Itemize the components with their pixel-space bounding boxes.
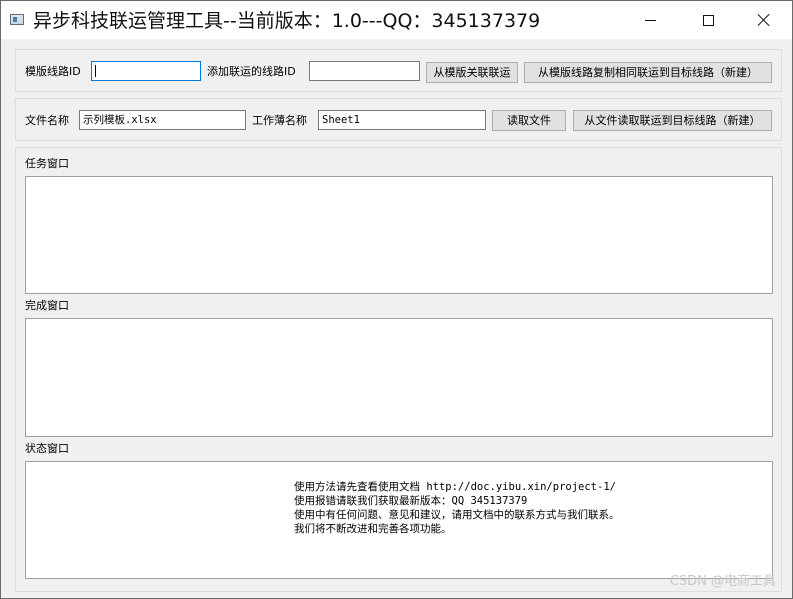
file-name-label: 文件名称 — [25, 114, 69, 127]
minimize-button[interactable] — [621, 1, 679, 39]
template-route-group: 模版线路ID 添加联运的线路ID 从模版关联联运 从模版线路复制相同联运到目标线… — [15, 49, 782, 92]
file-name-input[interactable]: 示列模板.xlsx — [79, 110, 246, 130]
window-title: 异步科技联运管理工具--当前版本：1.0---QQ：345137379 — [33, 10, 541, 32]
status-line: 使用方法请先查看使用文档 http://doc.yibu.xin/project… — [294, 481, 616, 493]
app-window-icon — [10, 14, 24, 25]
add-route-label: 添加联运的线路ID — [207, 65, 296, 78]
file-group: 文件名称 示列模板.xlsx 工作薄名称 Sheet1 读取文件 从文件读取联运… — [15, 98, 782, 141]
status-window-label: 状态窗口 — [25, 442, 69, 455]
status-message: 使用方法请先查看使用文档 http://doc.yibu.xin/project… — [294, 480, 620, 536]
add-route-input[interactable] — [309, 61, 420, 81]
close-icon — [757, 13, 771, 27]
maximize-button[interactable] — [679, 1, 737, 39]
done-window-textarea[interactable] — [25, 318, 773, 437]
watermark: CSDN @电商工具 — [669, 574, 776, 589]
sheet-name-label: 工作薄名称 — [252, 114, 307, 127]
link-from-template-button[interactable]: 从模版关联联运 — [426, 62, 518, 83]
task-window-textarea[interactable] — [25, 176, 773, 294]
text-cursor — [95, 65, 96, 77]
status-line: 使用报错请联我们获取最新版本：QQ 345137379 — [294, 495, 528, 507]
title-bar[interactable]: 异步科技联运管理工具--当前版本：1.0---QQ：345137379 — [1, 1, 792, 39]
log-group: 任务窗口 完成窗口 状态窗口 使用方法请先查看使用文档 http://doc.y… — [15, 147, 782, 592]
app-window: 异步科技联运管理工具--当前版本：1.0---QQ：345137379 模版线路… — [0, 0, 793, 599]
read-to-target-button[interactable]: 从文件读取联运到目标线路（新建） — [573, 110, 772, 131]
task-window-label: 任务窗口 — [25, 157, 69, 170]
copy-to-target-button[interactable]: 从模版线路复制相同联运到目标线路（新建） — [524, 62, 772, 83]
template-route-input[interactable] — [91, 61, 201, 81]
sheet-name-input[interactable]: Sheet1 — [318, 110, 486, 130]
close-button[interactable] — [735, 1, 792, 39]
status-line: 使用中有任何问题、意见和建议，请用文档中的联系方式与我们联系。 — [294, 509, 620, 521]
read-file-button[interactable]: 读取文件 — [492, 110, 566, 131]
done-window-label: 完成窗口 — [25, 299, 69, 312]
status-line: 我们将不断改进和完善各项功能。 — [294, 523, 452, 535]
status-window-textarea[interactable]: 使用方法请先查看使用文档 http://doc.yibu.xin/project… — [25, 461, 773, 579]
minimize-icon — [644, 19, 656, 21]
template-route-label: 模版线路ID — [25, 65, 81, 78]
maximize-icon — [702, 14, 714, 26]
